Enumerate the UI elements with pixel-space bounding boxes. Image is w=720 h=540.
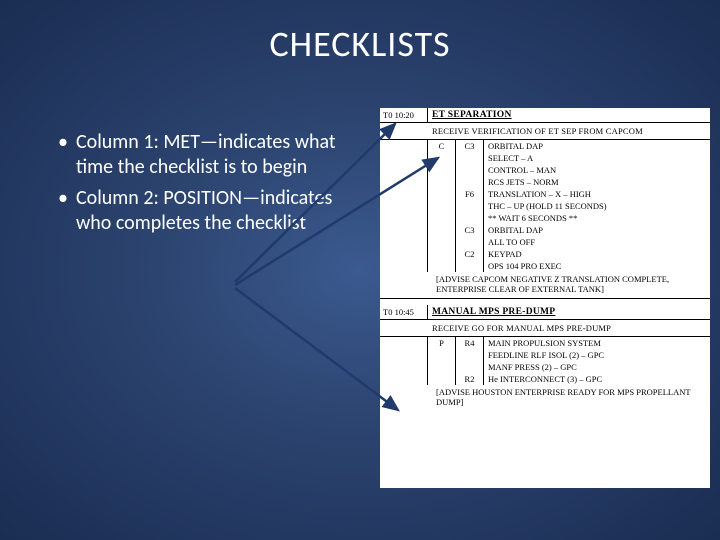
- checklist-row: ** WAIT 6 SECONDS **: [380, 212, 710, 224]
- met-cell: T0 10:20: [380, 108, 428, 122]
- checklist-section-1: T0 10:20 ET SEPARATION RECEIVE VERIFICAT…: [380, 108, 710, 299]
- checklist-row: F6TRANSLATION – X – HIGH: [380, 188, 710, 200]
- checklist-row: OPS 104 PRO EXEC: [380, 260, 710, 272]
- arrow-to-met2: [235, 288, 398, 410]
- checklist-graphic: T0 10:20 ET SEPARATION RECEIVE VERIFICAT…: [380, 108, 710, 488]
- slide-title: CHECKLISTS: [0, 0, 720, 66]
- bullet-2: Column 2: POSITION—indicates who complet…: [58, 186, 348, 236]
- section-title: MANUAL MPS PRE-DUMP: [428, 305, 710, 319]
- checklist-section-2: T0 10:45 MANUAL MPS PRE-DUMP RECEIVE GO …: [380, 305, 710, 411]
- checklist-row: CONTROL – MAN: [380, 164, 710, 176]
- checklist-row: FEEDLINE RLF ISOL (2) – GPC: [380, 349, 710, 361]
- checklist-row: PR4MAIN PROPULSION SYSTEM: [380, 337, 710, 349]
- section-rows: PR4MAIN PROPULSION SYSTEMFEEDLINE RLF IS…: [380, 337, 710, 385]
- checklist-row: C2KEYPAD: [380, 248, 710, 260]
- section-title: ET SEPARATION: [428, 108, 710, 122]
- bullet-1: Column 1: MET—indicates what time the ch…: [58, 130, 348, 180]
- section-note: RECEIVE GO FOR MANUAL MPS PRE-DUMP: [380, 320, 710, 337]
- checklist-row: THC – UP (HOLD 11 SECONDS): [380, 200, 710, 212]
- section-note: RECEIVE VERIFICATION OF ET SEP FROM CAPC…: [380, 123, 710, 140]
- section-footnote: [ADVISE CAPCOM NEGATIVE Z TRANSLATION CO…: [380, 272, 710, 298]
- section-footnote: [ADVISE HOUSTON ENTERPRISE READY FOR MPS…: [380, 385, 710, 411]
- met-cell: T0 10:45: [380, 305, 428, 319]
- checklist-row: CC3ORBITAL DAP: [380, 140, 710, 152]
- checklist-row: C3ORBITAL DAP: [380, 224, 710, 236]
- checklist-row: MANF PRESS (2) – GPC: [380, 361, 710, 373]
- bullet-list: Column 1: MET—indicates what time the ch…: [58, 130, 348, 242]
- section-rows: CC3ORBITAL DAPSELECT – ACONTROL – MANRCS…: [380, 140, 710, 272]
- checklist-row: R2He INTERCONNECT (3) – GPC: [380, 373, 710, 385]
- checklist-row: SELECT – A: [380, 152, 710, 164]
- checklist-row: ALL TO OFF: [380, 236, 710, 248]
- checklist-row: RCS JETS – NORM: [380, 176, 710, 188]
